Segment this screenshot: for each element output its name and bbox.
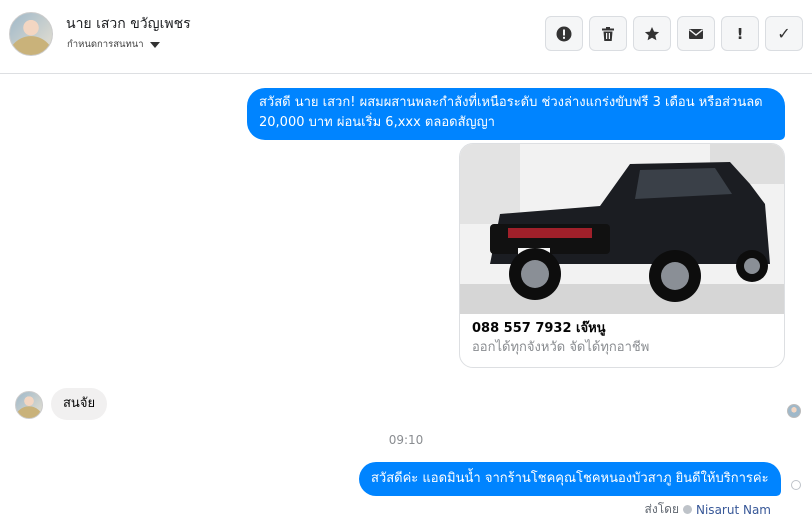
trash-icon [602, 26, 614, 41]
sent-status-icon [791, 480, 801, 490]
conversation-header: นาย เสวก ขวัญเพชร กำหนดการสนทนา ! ✓ [0, 0, 812, 74]
timestamp: 09:10 [388, 433, 424, 447]
contact-name[interactable]: นาย เสวก ขวัญเพชร [66, 13, 191, 35]
incoming-message[interactable]: สนจัย [51, 388, 108, 420]
spam-button[interactable]: ! [721, 16, 759, 51]
card-title[interactable]: 088 557 7932 เจ๊หนู [472, 317, 606, 338]
schedule-dropdown[interactable]: กำหนดการสนทนา [67, 37, 160, 52]
report-button[interactable] [545, 16, 583, 51]
sent-by-label: ส่งโดย [644, 502, 679, 516]
pickup-truck-illustration [460, 144, 784, 314]
exclamation-icon: ! [736, 24, 744, 43]
done-button[interactable]: ✓ [765, 16, 803, 51]
contact-avatar[interactable] [9, 12, 53, 56]
check-icon: ✓ [777, 24, 791, 43]
truck-image[interactable] [460, 144, 784, 314]
sent-by-line: ส่งโดย Nisarut Nam [645, 500, 771, 519]
caret-down-icon [149, 41, 160, 48]
star-icon [644, 26, 660, 40]
delete-button[interactable] [589, 16, 627, 51]
star-button[interactable] [633, 16, 671, 51]
contact-avatar-small [15, 391, 43, 419]
mark-unread-button[interactable] [677, 16, 715, 51]
attachment-card[interactable]: 088 557 7932 เจ๊หนู ออกได้ทุกจังหวัด จัด… [459, 143, 785, 368]
mail-icon [689, 28, 703, 39]
outgoing-message[interactable]: สวัสดี นาย เสวก! ผสมผสานพละกำลังที่เหนือ… [247, 88, 785, 140]
sender-name[interactable]: Nisarut Nam [696, 503, 771, 517]
alert-circle-icon [556, 26, 572, 41]
outgoing-message[interactable]: สวัสดีค่ะ แอดมินน้ำ จากร้านโชคคุณโชคหนอง… [359, 462, 781, 496]
verified-icon [683, 505, 692, 514]
schedule-label: กำหนดการสนทนา [67, 39, 144, 50]
action-toolbar: ! ✓ [545, 16, 803, 51]
read-receipt-avatar [787, 404, 801, 418]
card-subtitle: ออกได้ทุกจังหวัด จัดได้ทุกอาชีพ [472, 340, 650, 355]
